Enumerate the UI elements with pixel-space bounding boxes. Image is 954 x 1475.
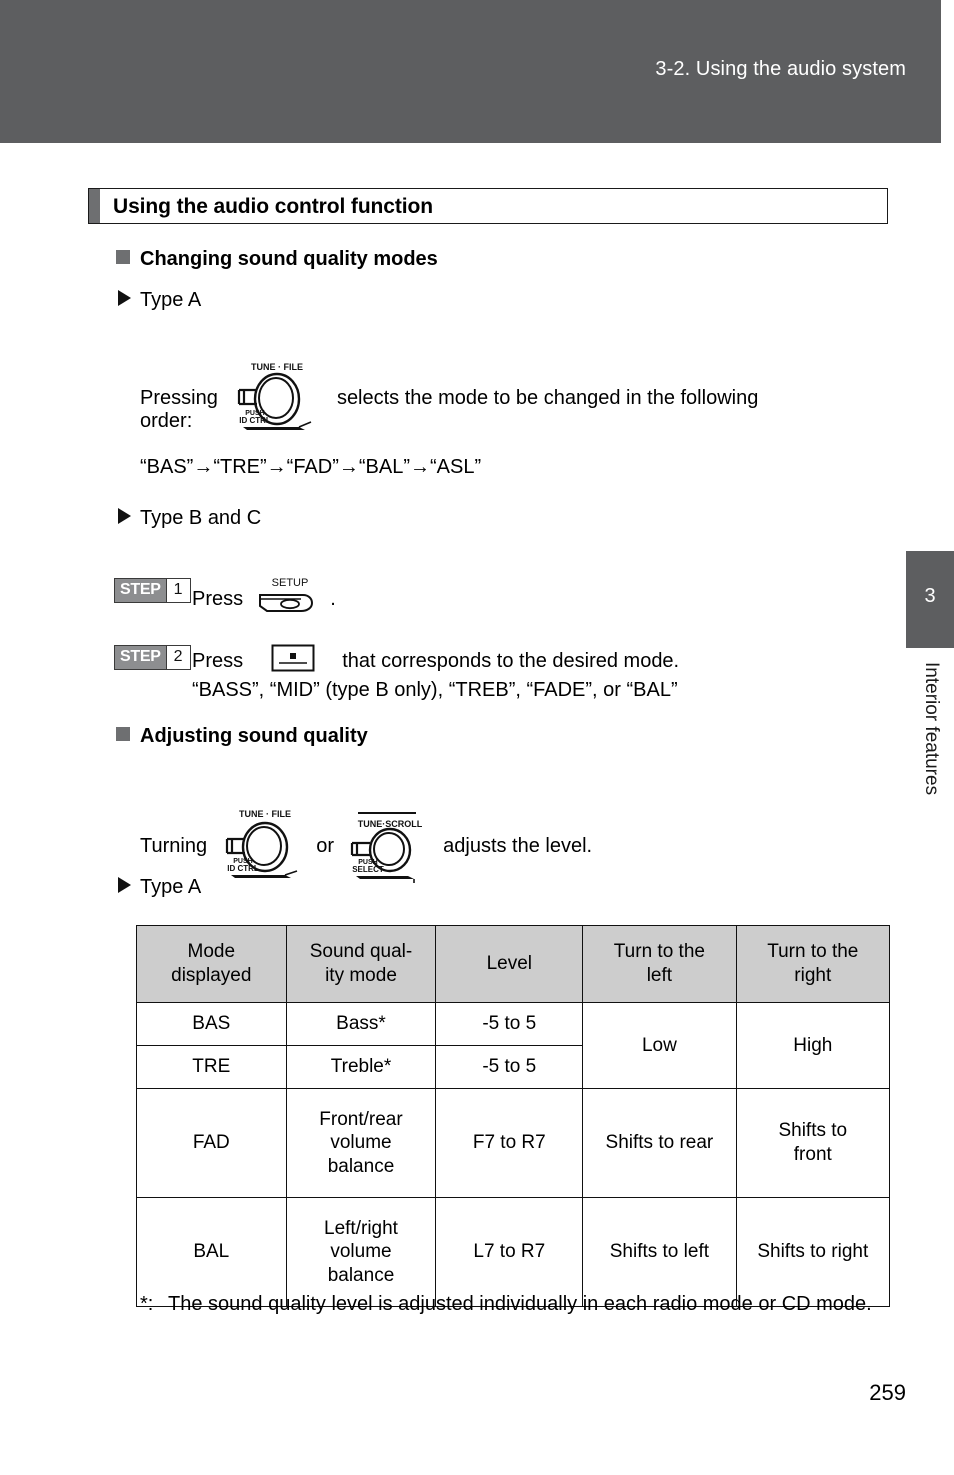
cell-line-1: Shifts to xyxy=(778,1120,848,1142)
cell-quality: Bass* xyxy=(285,1002,437,1046)
tune-scroll-knob-icon: TUNE·SCROLL PUSH SELECT xyxy=(348,805,428,887)
footnote: *: The sound quality level is adjusted i… xyxy=(140,1290,890,1318)
table-row: FAD Front/rear volume balance F7 to R7 S… xyxy=(136,1088,891,1198)
cell-level: -5 to 5 xyxy=(435,1002,584,1046)
table-row: BAS Bass* -5 to 5 Low High xyxy=(136,1002,891,1089)
table-header-row: Mode displayed Sound qual- ity mode Leve… xyxy=(136,925,891,1003)
cell-quality: Front/rear volume balance xyxy=(285,1088,437,1198)
svg-text:TUNE·SCROLL: TUNE·SCROLL xyxy=(357,819,422,829)
triangle-bullet-icon xyxy=(118,508,131,524)
pressing-suffix: selects the mode to be changed in the fo… xyxy=(336,387,759,409)
chapter-tab: 3 xyxy=(906,551,954,648)
header-line-2: right xyxy=(794,965,832,986)
step-2-sub-text: “BASS”, “MID” (type B only), “TREB”, “FA… xyxy=(192,679,678,701)
order-word: order: xyxy=(140,410,193,432)
header-line-1: Turn to the xyxy=(767,941,859,963)
header-line-1: Sound qual- xyxy=(309,941,413,963)
step-2-badge: STEP 2 xyxy=(114,645,191,670)
cell-mode: BAS xyxy=(136,1002,287,1046)
cell-line-2: volume xyxy=(330,1132,392,1154)
svg-text:SELECT: SELECT xyxy=(352,865,384,874)
section-accent-bar xyxy=(89,189,100,223)
footnote-marker: *: xyxy=(140,1293,154,1315)
cell-line-3: balance xyxy=(327,1264,395,1286)
turning-instruction: Turning TUNE · FILE PUSH ID CTRL or TUNE… xyxy=(140,805,592,887)
triangle-bullet-icon xyxy=(118,877,131,893)
step-1-word: STEP xyxy=(115,579,166,602)
table-header-sound-quality-mode: Sound qual- ity mode xyxy=(285,925,437,1003)
header-line-2: displayed xyxy=(171,965,252,986)
chapter-label: Interior features xyxy=(906,660,954,920)
setup-button-icon: SETUP xyxy=(257,575,317,623)
pressing-prefix: Pressing xyxy=(140,387,218,409)
footnote-text: The sound quality level is adjusted indi… xyxy=(168,1293,872,1315)
type-a-label-1: Type A xyxy=(118,289,201,312)
step-1-text-after: . xyxy=(330,587,336,610)
pressing-instruction: Pressing TUNE · FILE PUSH ID CTRL select… xyxy=(140,360,888,436)
table-header-mode-displayed: Mode displayed xyxy=(136,925,287,1003)
chapter-number: 3 xyxy=(924,585,936,607)
section-title-box: Using the audio control function xyxy=(88,188,888,224)
step-1-text-before: Press xyxy=(192,587,244,610)
page-header-title: 3-2. Using the audio system xyxy=(655,58,906,80)
header-line-1: Mode xyxy=(187,941,236,963)
cell-turn-right: High xyxy=(735,1002,891,1089)
type-a-label-text: Type A xyxy=(140,876,202,898)
cell-mode: TRE xyxy=(136,1045,287,1089)
cell-turn-left: Shifts to rear xyxy=(582,1088,737,1198)
cell-quality: Treble* xyxy=(285,1045,437,1089)
section-title-text: Using the audio control function xyxy=(113,195,433,218)
tune-file-knob-icon: TUNE · FILE PUSH ID CTRL xyxy=(223,805,303,887)
step-1-instruction: Press SETUP . xyxy=(192,575,336,623)
header-line-2: ity mode xyxy=(325,965,397,986)
subsection-heading-text: Changing sound quality modes xyxy=(140,248,438,270)
bullet-square-icon xyxy=(116,727,130,741)
cell-level: F7 to R7 xyxy=(435,1088,584,1198)
step-2-instruction: Press that corresponds to the desired mo… xyxy=(192,644,679,678)
preset-button-icon xyxy=(271,644,315,678)
cell-turn-right: Shifts to front xyxy=(735,1088,891,1198)
cell-level: -5 to 5 xyxy=(435,1045,584,1089)
header-line-2: left xyxy=(646,965,673,986)
cell-line-2: front xyxy=(793,1144,832,1165)
svg-text:TUNE · FILE: TUNE · FILE xyxy=(239,809,291,819)
step-2-text-before: Press xyxy=(192,649,244,672)
triangle-bullet-icon xyxy=(118,290,131,306)
cell-line-1: Left/right xyxy=(324,1217,398,1239)
page-number: 259 xyxy=(869,1380,906,1405)
cell-mode: FAD xyxy=(136,1088,287,1198)
order-sequence: “BAS”→“TRE”→“FAD”→“BAL”→“ASL” xyxy=(140,456,482,478)
step-2-text-after: that corresponds to the desired mode. xyxy=(342,649,680,672)
cell-turn-left: Low xyxy=(582,1002,737,1089)
bullet-square-icon xyxy=(116,250,130,264)
subsection-heading-text: Adjusting sound quality xyxy=(140,725,368,747)
type-a-label-2: Type A xyxy=(118,876,201,899)
table-header-turn-right: Turn to the right xyxy=(735,925,891,1003)
chapter-label-text: Interior features xyxy=(921,662,942,796)
table-header-level: Level xyxy=(435,925,584,1003)
tune-file-knob-icon: TUNE · FILE PUSH ID CTRL xyxy=(233,360,317,436)
cell-line-3: balance xyxy=(327,1155,395,1177)
step-1-badge: STEP 1 xyxy=(114,578,191,603)
subsection-heading-changing-sound-quality-modes: Changing sound quality modes xyxy=(116,248,438,271)
header-line-1: Turn to the xyxy=(613,941,705,963)
cell-line-1: Front/rear xyxy=(319,1108,403,1130)
svg-text:ID CTRL: ID CTRL xyxy=(227,864,259,873)
sound-quality-table: Mode displayed Sound qual- ity mode Leve… xyxy=(136,925,891,1307)
table-header-turn-left: Turn to the left xyxy=(582,925,737,1003)
type-b-and-c-label: Type B and C xyxy=(118,507,261,530)
svg-text:ID CTRL: ID CTRL xyxy=(240,416,272,425)
step-2-number: 2 xyxy=(165,646,190,669)
cell-line-2: volume xyxy=(330,1241,392,1263)
svg-text:SETUP: SETUP xyxy=(271,577,308,589)
svg-text:TUNE · FILE: TUNE · FILE xyxy=(251,362,303,372)
type-a-label-text: Type A xyxy=(140,289,202,311)
subsection-heading-adjusting-sound-quality: Adjusting sound quality xyxy=(116,725,368,748)
turning-middle: or xyxy=(316,835,334,857)
type-b-and-c-label-text: Type B and C xyxy=(140,507,262,529)
step-1-number: 1 xyxy=(165,579,190,602)
turning-prefix: Turning xyxy=(140,835,208,857)
step-2-word: STEP xyxy=(115,646,166,669)
turning-suffix: adjusts the level. xyxy=(443,835,593,857)
